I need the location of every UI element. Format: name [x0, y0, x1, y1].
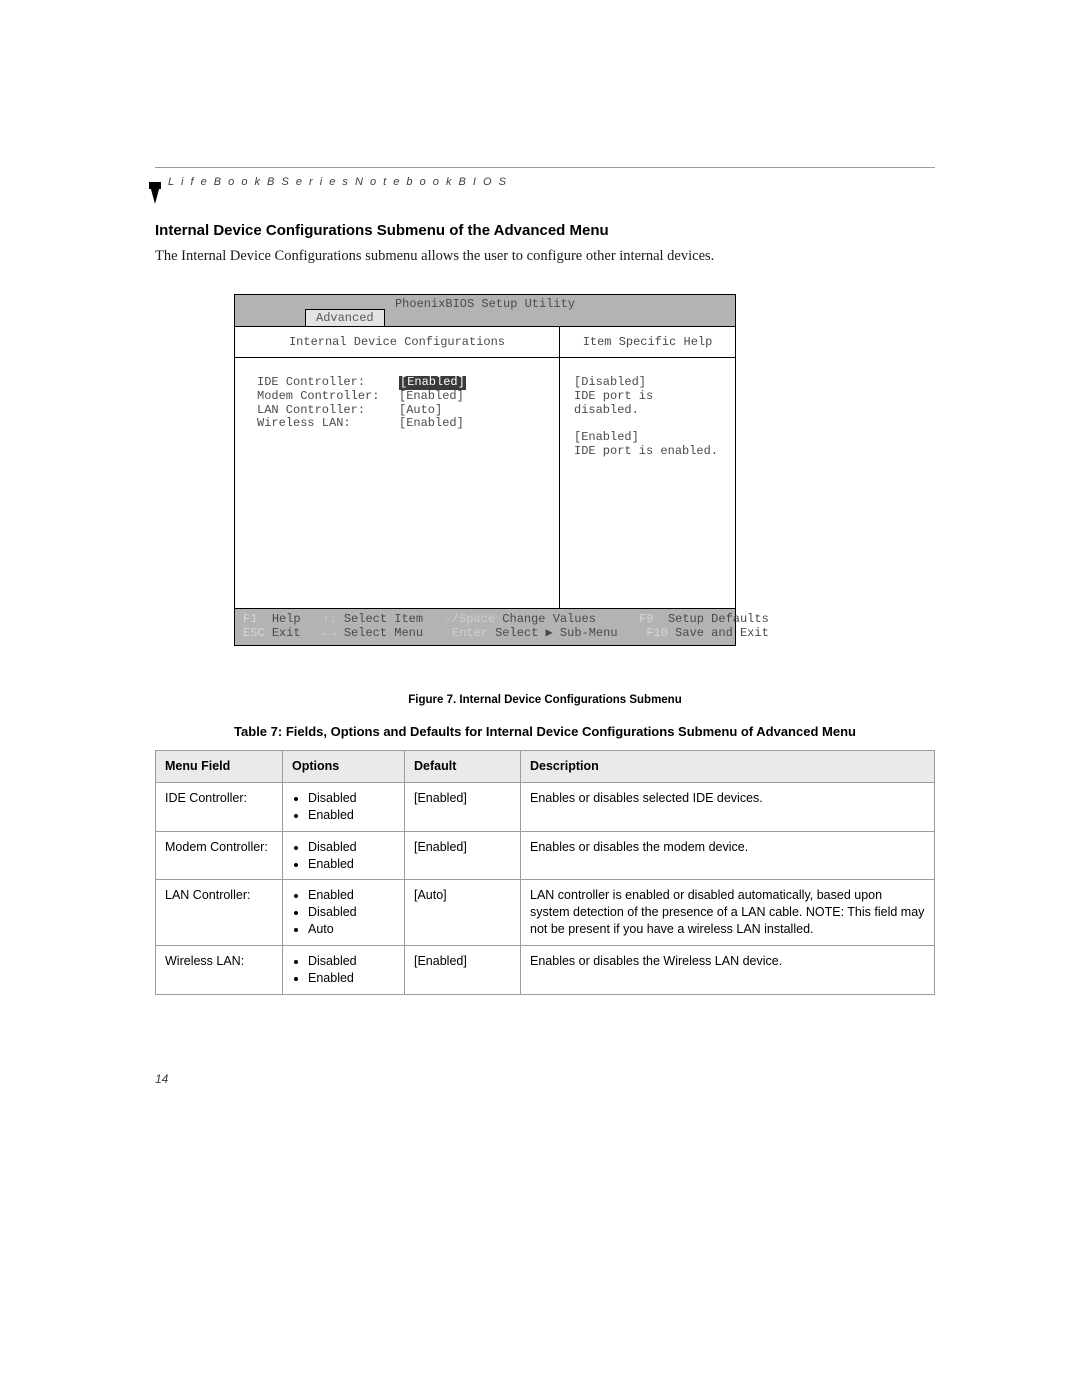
key-f10: F10	[646, 626, 668, 640]
footer-save-exit: Save and Exit	[675, 626, 769, 640]
config-label: IDE Controller:	[257, 376, 399, 390]
option: Enabled	[308, 807, 395, 824]
help-line: IDE port is enabled.	[574, 445, 725, 459]
option: Auto	[308, 921, 395, 938]
bios-body: IDE Controller: [Enabled] Modem Controll…	[235, 358, 735, 608]
bios-titlebar: PhoenixBIOS Setup Utility Advanced	[235, 295, 735, 327]
key-f1: F1	[243, 612, 257, 626]
footer-select-menu: Select Menu	[344, 626, 423, 640]
intro-text: The Internal Device Configurations subme…	[155, 248, 714, 265]
option: Enabled	[308, 970, 395, 987]
cell-desc: Enables or disables selected IDE devices…	[521, 782, 935, 831]
key-esc: ESC	[243, 626, 265, 640]
table-caption: Table 7: Fields, Options and Defaults fo…	[155, 724, 935, 739]
cell-options: Disabled Enabled	[283, 946, 405, 995]
bios-column-headers: Internal Device Configurations Item Spec…	[235, 327, 735, 358]
config-value-selected[interactable]: [Enabled]	[399, 376, 466, 390]
config-label: LAN Controller:	[257, 404, 399, 418]
th-options: Options	[283, 751, 405, 783]
help-line: IDE port is disabled.	[574, 390, 725, 418]
bios-right-heading: Item Specific Help	[560, 327, 735, 357]
bios-tab-advanced[interactable]: Advanced	[305, 309, 385, 326]
option: Enabled	[308, 887, 395, 904]
config-value[interactable]: [Auto]	[399, 404, 442, 418]
bios-help-panel: [Disabled] IDE port is disabled. [Enable…	[560, 358, 735, 608]
cell-options: Disabled Enabled	[283, 782, 405, 831]
page-number: 14	[155, 1072, 168, 1086]
cell-options: Enabled Disabled Auto	[283, 880, 405, 946]
cell-field: Modem Controller:	[156, 831, 283, 880]
option: Disabled	[308, 839, 395, 856]
header-rule	[155, 167, 935, 168]
config-row-modem[interactable]: Modem Controller: [Enabled]	[257, 390, 549, 404]
cell-desc: Enables or disables the modem device.	[521, 831, 935, 880]
cell-default: [Auto]	[405, 880, 521, 946]
cell-field: LAN Controller:	[156, 880, 283, 946]
footer-change-values: Change Values	[502, 612, 596, 626]
th-field: Menu Field	[156, 751, 283, 783]
footer-submenu: Select ▶ Sub-Menu	[495, 626, 617, 640]
section-title: Internal Device Configurations Submenu o…	[155, 222, 609, 239]
footer-exit: Exit	[272, 626, 301, 640]
key-leftright: ←→	[322, 626, 336, 640]
header-triangle-icon	[149, 182, 161, 204]
help-line: [Disabled]	[574, 376, 725, 390]
option: Disabled	[308, 790, 395, 807]
table-header-row: Menu Field Options Default Description	[156, 751, 935, 783]
bios-config-list: IDE Controller: [Enabled] Modem Controll…	[235, 358, 560, 608]
help-line: [Enabled]	[574, 431, 725, 445]
cell-default: [Enabled]	[405, 782, 521, 831]
key-updown: ↑↓	[322, 612, 336, 626]
footer-setup-defaults: Setup Defaults	[668, 612, 769, 626]
cell-default: [Enabled]	[405, 831, 521, 880]
footer-select-item: Select Item	[344, 612, 423, 626]
option: Disabled	[308, 953, 395, 970]
th-desc: Description	[521, 751, 935, 783]
config-row-wlan[interactable]: Wireless LAN: [Enabled]	[257, 417, 549, 431]
cell-desc: LAN controller is enabled or disabled au…	[521, 880, 935, 946]
table-row: LAN Controller: Enabled Disabled Auto [A…	[156, 880, 935, 946]
option: Enabled	[308, 856, 395, 873]
cell-field: IDE Controller:	[156, 782, 283, 831]
option: Disabled	[308, 904, 395, 921]
key-space: -/Space	[445, 612, 495, 626]
config-row-lan[interactable]: LAN Controller: [Auto]	[257, 404, 549, 418]
footer-help: Help	[272, 612, 301, 626]
config-value[interactable]: [Enabled]	[399, 390, 464, 404]
figure-caption: Figure 7. Internal Device Configurations…	[155, 694, 935, 706]
fields-table: Menu Field Options Default Description I…	[155, 750, 935, 995]
key-f9: F9	[639, 612, 653, 626]
table-row: IDE Controller: Disabled Enabled [Enable…	[156, 782, 935, 831]
cell-options: Disabled Enabled	[283, 831, 405, 880]
cell-desc: Enables or disables the Wireless LAN dev…	[521, 946, 935, 995]
config-value[interactable]: [Enabled]	[399, 417, 464, 431]
table-row: Wireless LAN: Disabled Enabled [Enabled]…	[156, 946, 935, 995]
th-default: Default	[405, 751, 521, 783]
cell-default: [Enabled]	[405, 946, 521, 995]
bios-footer: F1 Help ↑↓ Select Item -/Space Change Va…	[235, 608, 735, 645]
bios-left-heading: Internal Device Configurations	[235, 327, 560, 357]
config-label: Wireless LAN:	[257, 417, 399, 431]
running-header: L i f e B o o k B S e r i e s N o t e b …	[168, 176, 508, 188]
bios-window: PhoenixBIOS Setup Utility Advanced Inter…	[234, 294, 736, 646]
table-row: Modem Controller: Disabled Enabled [Enab…	[156, 831, 935, 880]
config-row-ide[interactable]: IDE Controller: [Enabled]	[257, 376, 549, 390]
cell-field: Wireless LAN:	[156, 946, 283, 995]
key-enter: Enter	[452, 626, 488, 640]
config-label: Modem Controller:	[257, 390, 399, 404]
